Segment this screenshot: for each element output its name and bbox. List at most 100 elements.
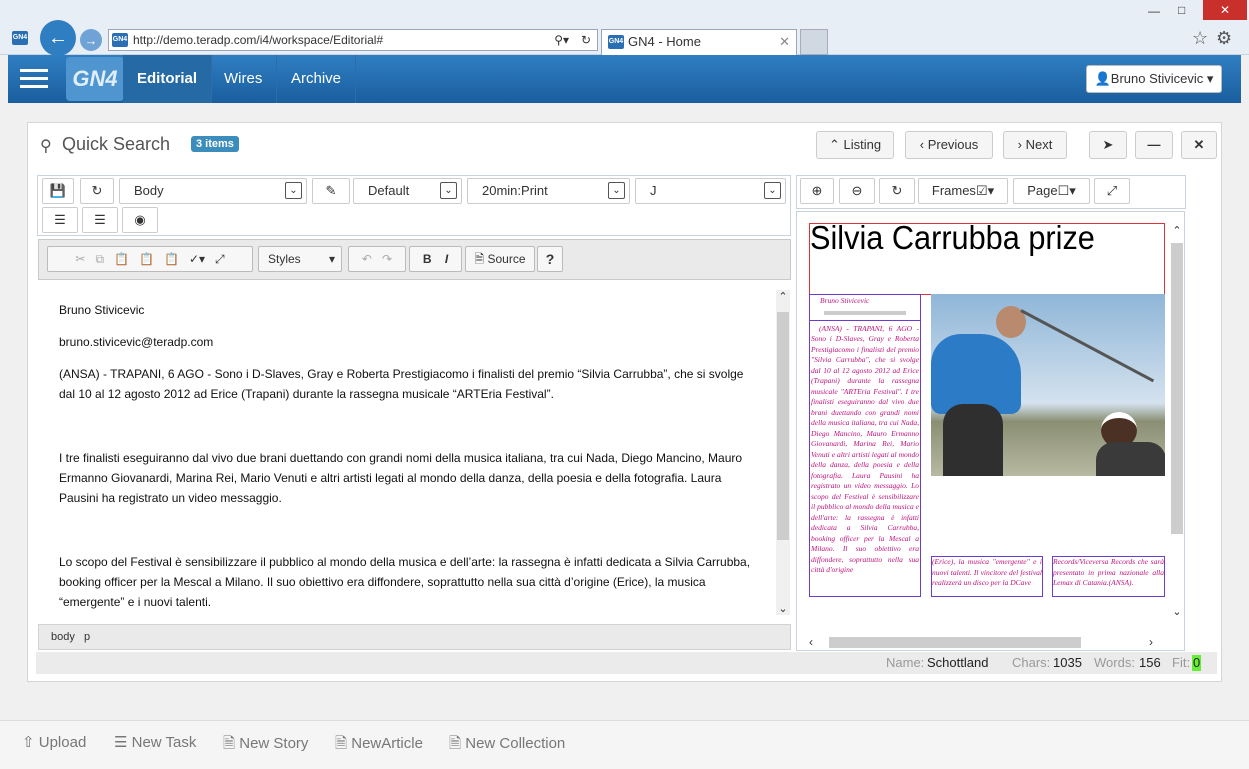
spellcheck-icon[interactable]: ✓▾	[189, 252, 205, 266]
new-collection-button[interactable]: 🗎 New Collection	[449, 733, 565, 758]
refresh-icon[interactable]: ↻	[80, 178, 114, 204]
paste-text-icon[interactable]: 📋	[139, 252, 154, 266]
preview-hscroll[interactable]: ‹ ›	[809, 633, 1167, 650]
zoom-in-icon[interactable]: ⊕	[800, 178, 834, 204]
chevron-down-icon: ▾	[328, 252, 335, 266]
path-body[interactable]: body	[51, 631, 75, 643]
quick-search-title: Quick Search	[62, 134, 171, 154]
editor-scrollbar[interactable]: ⌃ ⌄	[776, 290, 790, 615]
expand-icon[interactable]: ⤢	[1094, 178, 1130, 204]
paste-word-icon[interactable]: 📋	[164, 252, 179, 266]
frames-label: Frames	[931, 183, 976, 198]
search-icon: ⚲	[40, 138, 52, 155]
style-select[interactable]: Body ⌄	[119, 178, 307, 204]
undo-redo-group: ↶ ↷	[348, 246, 406, 272]
new-story-button[interactable]: 🗎 New Story	[223, 733, 308, 758]
letter-select[interactable]: J ⌄	[635, 178, 786, 204]
mode-value: Default	[368, 183, 410, 198]
scroll-right-icon[interactable]: ›	[1149, 635, 1153, 649]
preview-vscroll-thumb[interactable]	[1171, 243, 1183, 534]
styles-dropdown[interactable]: Styles ▾	[258, 246, 342, 272]
tab-title: GN4 - Home	[628, 34, 701, 49]
scroll-up-icon[interactable]: ⌃	[776, 290, 790, 303]
scrollbar-thumb[interactable]	[777, 312, 789, 540]
listing-label: Listing	[843, 137, 882, 152]
tab-favicon-icon: GN4	[608, 35, 624, 49]
bold-button[interactable]: B	[423, 252, 432, 266]
source-button[interactable]: 🗎 Source	[465, 246, 535, 272]
refresh-icon[interactable]: ↻	[581, 30, 591, 50]
save-icon[interactable]: 💾	[42, 178, 74, 204]
previous-label: Previous	[927, 137, 979, 152]
items-count-badge: 3 items	[191, 136, 239, 152]
list-icon[interactable]: ☰	[82, 207, 118, 233]
new-tab-button[interactable]	[800, 29, 828, 55]
nav-editorial[interactable]: Editorial	[123, 55, 213, 103]
preview-vscroll[interactable]: ⌃ ⌄	[1169, 212, 1184, 632]
site-icon: GN4	[112, 33, 128, 47]
headline-frame: Silvia Carrubba prize	[809, 221, 1165, 295]
user-name: Bruno Stivicevic	[1110, 71, 1204, 86]
pin-icon[interactable]: ➤	[1089, 131, 1127, 159]
edit-icon[interactable]: ✎	[312, 178, 350, 204]
name-value: Schottland	[927, 655, 989, 670]
template-select[interactable]: 20min:Print ⌄	[467, 178, 630, 204]
chevron-down-icon: ⌄	[608, 182, 625, 199]
scroll-down-icon[interactable]: ⌄	[1169, 605, 1184, 618]
element-path-bar: body p	[38, 624, 791, 650]
favorites-star-icon[interactable]: ☆	[1192, 28, 1208, 49]
new-article-label: NewArticle	[351, 735, 423, 752]
mode-select[interactable]: Default ⌄	[353, 178, 462, 204]
scroll-down-icon[interactable]: ⌄	[776, 602, 790, 615]
browser-tab[interactable]: GN4 GN4 - Home ✕	[601, 29, 797, 55]
cut-icon[interactable]: ✂	[75, 252, 85, 266]
maximize-icon[interactable]: □	[1178, 3, 1185, 17]
path-p[interactable]: p	[84, 631, 90, 643]
scroll-left-icon[interactable]: ‹	[809, 635, 813, 649]
scroll-up-icon[interactable]: ⌃	[1169, 224, 1184, 237]
tab-close-icon[interactable]: ✕	[779, 30, 790, 54]
maximize-icon[interactable]: ⤢	[215, 252, 225, 266]
upload-button[interactable]: ⇧ Upload	[22, 733, 86, 751]
close-panel-icon[interactable]: ✕	[1181, 131, 1217, 159]
undo-icon[interactable]: ↶	[362, 252, 372, 266]
redo-icon[interactable]: ↷	[382, 252, 392, 266]
next-button[interactable]: › Next	[1003, 131, 1067, 159]
page-toggle[interactable]: Page☐▾	[1013, 178, 1090, 204]
settings-gear-icon[interactable]: ⚙	[1216, 28, 1232, 49]
user-menu-button[interactable]: 👤Bruno Stivicevic ▾	[1086, 65, 1222, 93]
record-icon[interactable]: ◉	[122, 207, 158, 233]
new-article-button[interactable]: 🗎 NewArticle	[335, 733, 423, 758]
hamburger-menu-icon[interactable]	[20, 69, 48, 89]
align-center-icon[interactable]: ☰	[42, 207, 78, 233]
nav-wires[interactable]: Wires	[210, 55, 278, 103]
minimize-panel-icon[interactable]: —	[1135, 131, 1173, 159]
new-task-label: New Task	[131, 734, 197, 751]
forward-button[interactable]: →	[80, 29, 102, 51]
address-bar[interactable]: GN4 http://demo.teradp.com/i4/workspace/…	[108, 29, 598, 51]
new-task-button[interactable]: ☰ New Task	[114, 733, 196, 751]
ie-logo-icon: GN4	[12, 31, 28, 45]
close-window-button[interactable]: ✕	[1203, 0, 1247, 20]
article-editor[interactable]: Bruno Stivicevic bruno.stivicevic@teradp…	[39, 280, 776, 622]
preview-hscroll-thumb[interactable]	[829, 637, 1081, 648]
text-column-2: (Erice), la musica "emergente" e i nuovi…	[931, 556, 1043, 597]
previous-button[interactable]: ‹ Previous	[905, 131, 993, 159]
minimize-icon[interactable]: —	[1148, 4, 1160, 18]
nav-archive[interactable]: Archive	[277, 55, 357, 103]
status-bar: Name: Schottland Chars: 1035 Words: 156 …	[36, 652, 1217, 674]
zoom-out-icon[interactable]: ⊖	[839, 178, 875, 204]
format-group: B I	[409, 246, 462, 272]
italic-button[interactable]: I	[445, 252, 448, 266]
back-button[interactable]: ←	[40, 20, 76, 56]
frames-toggle[interactable]: Frames☑▾	[918, 178, 1008, 204]
letter-value: J	[650, 183, 657, 198]
refresh-preview-icon[interactable]: ↻	[879, 178, 915, 204]
copy-icon[interactable]: ⧉	[95, 252, 104, 266]
help-icon[interactable]: ?	[537, 246, 563, 272]
listing-button[interactable]: ⌃ Listing	[816, 131, 894, 159]
golfer-photo	[931, 294, 1165, 476]
paste-icon[interactable]: 📋	[114, 252, 129, 266]
page-preview: Silvia Carrubba prize Bruno Stivicevic (…	[796, 211, 1185, 651]
search-icon[interactable]: ⚲▾	[554, 30, 569, 50]
